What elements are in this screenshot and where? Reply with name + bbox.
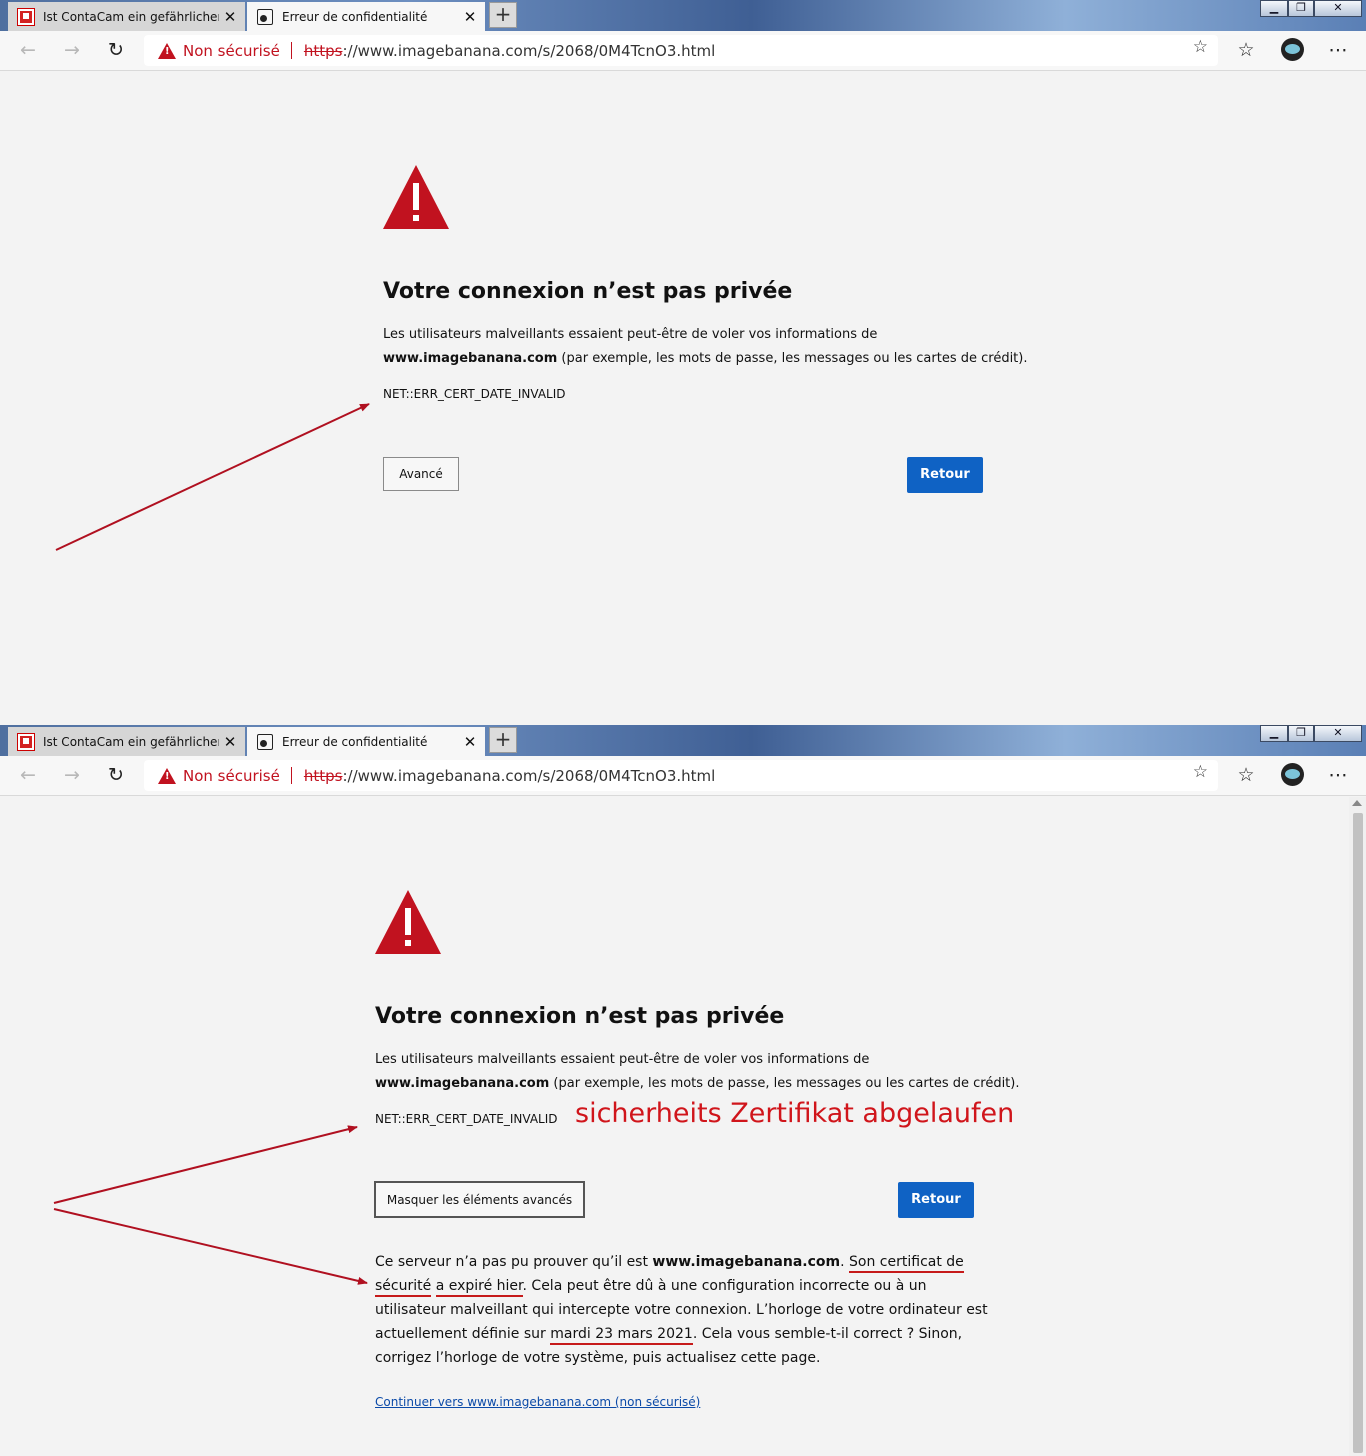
restore-button[interactable]: ❐ (1288, 0, 1314, 17)
tab-privacy-error[interactable]: Erreur de confidentialité ✕ (247, 2, 485, 31)
tab-title: Ist ContaCam ein gefährlicher Tr (43, 734, 219, 749)
window-controls: ▁ ❐ ✕ (1260, 0, 1362, 18)
title-bar: Ist ContaCam ein gefährlicher Tr ✕ Erreu… (0, 0, 1366, 31)
intro-line2: (par exemple, les mots de passe, les mes… (557, 351, 1028, 366)
tab-title: Erreur de confidentialité (282, 734, 428, 749)
new-tab-button[interactable]: + (489, 2, 517, 28)
tab-close-icon[interactable]: ✕ (459, 8, 481, 26)
url-text: ://www.imagebanana.com/s/2068/0M4TcnO3.h… (342, 766, 716, 785)
scrollbar-thumb[interactable] (1353, 813, 1363, 1453)
title-bar: Ist ContaCam ein gefährlicher Tr ✕ Erreu… (0, 725, 1366, 756)
intro-text: Les utilisateurs malveillants essaient p… (375, 1048, 1020, 1096)
url-scheme: https (303, 41, 343, 60)
warning-triangle-icon (374, 888, 442, 956)
favorites-icon[interactable]: ☆ (1233, 762, 1259, 788)
address-separator (290, 767, 292, 784)
intro-domain: www.imagebanana.com (375, 1076, 550, 1091)
back-arrow-icon[interactable]: ← (15, 37, 41, 63)
proceed-unsafe-link[interactable]: Continuer vers www.imagebanana.com (non … (375, 1395, 700, 1409)
back-button[interactable]: Retour (907, 457, 983, 493)
not-secure-label[interactable]: Non sécurisé (183, 42, 280, 60)
new-tab-button[interactable]: + (489, 727, 517, 753)
back-arrow-icon[interactable]: ← (15, 762, 41, 788)
page-error-icon (257, 8, 273, 25)
window-controls: ▁ ❐ ✕ (1260, 725, 1362, 743)
not-secure-warning-icon[interactable] (158, 42, 176, 59)
profile-avatar[interactable] (1281, 38, 1304, 61)
refresh-icon[interactable]: ↻ (103, 762, 129, 788)
warning-triangle-icon (382, 163, 450, 231)
address-separator (290, 42, 292, 59)
error-code: NET::ERR_CERT_DATE_INVALID (375, 1112, 558, 1126)
detail-domain: www.imagebanana.com (652, 1254, 841, 1270)
error-code: NET::ERR_CERT_DATE_INVALID (383, 387, 566, 401)
star-add-icon[interactable]: ☆ (1193, 37, 1208, 57)
url-text: ://www.imagebanana.com/s/2068/0M4TcnO3.h… (342, 41, 716, 60)
not-secure-warning-icon[interactable] (158, 767, 176, 784)
forward-arrow-icon[interactable]: → (59, 762, 85, 788)
browser-toolbar: ← → ↻ Non sécurisé https ://www.imageban… (0, 756, 1366, 796)
close-window-button[interactable]: ✕ (1314, 725, 1362, 742)
intro-line1: Les utilisateurs malveillants essaient p… (375, 1052, 870, 1067)
tab-privacy-error[interactable]: Erreur de confidentialité ✕ (247, 727, 485, 756)
advanced-details: Ce serveur n’a pas pu prouver qu’il est … (375, 1250, 995, 1370)
more-icon[interactable]: ⋯ (1325, 37, 1351, 63)
advanced-button[interactable]: Avancé (383, 457, 459, 491)
more-icon[interactable]: ⋯ (1325, 762, 1351, 788)
screenshot-bottom: Ist ContaCam ein gefährlicher Tr ✕ Erreu… (0, 725, 1366, 1456)
tab-close-icon[interactable]: ✕ (219, 8, 241, 26)
intro-line1: Les utilisateurs malveillants essaient p… (383, 327, 878, 342)
detail-text: Ce serveur n’a pas pu prouver qu’il est (375, 1254, 653, 1270)
not-secure-label[interactable]: Non sécurisé (183, 767, 280, 785)
underlined-expired: a expiré hier (435, 1278, 523, 1297)
minimize-button[interactable]: ▁ (1260, 725, 1288, 742)
tab-title: Erreur de confidentialité (282, 9, 428, 24)
annotation-text: sicherheits Zertifikat abgelaufen (575, 1098, 1015, 1129)
hide-advanced-button[interactable]: Masquer les éléments avancés (374, 1181, 585, 1218)
intro-line2: (par exemple, les mots de passe, les mes… (549, 1076, 1020, 1091)
close-window-button[interactable]: ✕ (1314, 0, 1362, 17)
tab-close-icon[interactable]: ✕ (459, 733, 481, 751)
intro-text: Les utilisateurs malveillants essaient p… (383, 323, 1028, 371)
url-scheme: https (303, 766, 343, 785)
page-error-icon (257, 733, 273, 750)
detail-text: . (840, 1254, 850, 1270)
favorites-icon[interactable]: ☆ (1233, 37, 1259, 63)
address-bar[interactable]: Non sécurisé https ://www.imagebanana.co… (144, 760, 1218, 791)
star-add-icon[interactable]: ☆ (1193, 762, 1208, 782)
intro-domain: www.imagebanana.com (383, 351, 558, 366)
site-favicon-icon (18, 8, 34, 25)
screenshot-top: Ist ContaCam ein gefährlicher Tr ✕ Erreu… (0, 0, 1366, 725)
scroll-up-icon[interactable] (1352, 800, 1362, 806)
address-bar[interactable]: Non sécurisé https ://www.imagebanana.co… (144, 35, 1218, 66)
profile-avatar[interactable] (1281, 763, 1304, 786)
page-heading: Votre connexion n’est pas privée (383, 279, 793, 304)
browser-toolbar: ← → ↻ Non sécurisé https ://www.imageban… (0, 31, 1366, 71)
site-favicon-icon (18, 733, 34, 750)
restore-button[interactable]: ❐ (1288, 725, 1314, 742)
forward-arrow-icon[interactable]: → (59, 37, 85, 63)
underlined-date: mardi 23 mars 2021 (550, 1326, 693, 1345)
minimize-button[interactable]: ▁ (1260, 0, 1288, 17)
vertical-scrollbar[interactable] (1349, 797, 1366, 1456)
refresh-icon[interactable]: ↻ (103, 37, 129, 63)
page-heading: Votre connexion n’est pas privée (375, 1004, 785, 1029)
tab-close-icon[interactable]: ✕ (219, 733, 241, 751)
tab-contacam[interactable]: Ist ContaCam ein gefährlicher Tr ✕ (8, 727, 245, 756)
back-button[interactable]: Retour (898, 1182, 974, 1218)
tab-title: Ist ContaCam ein gefährlicher Tr (43, 9, 219, 24)
tab-contacam[interactable]: Ist ContaCam ein gefährlicher Tr ✕ (8, 2, 245, 31)
